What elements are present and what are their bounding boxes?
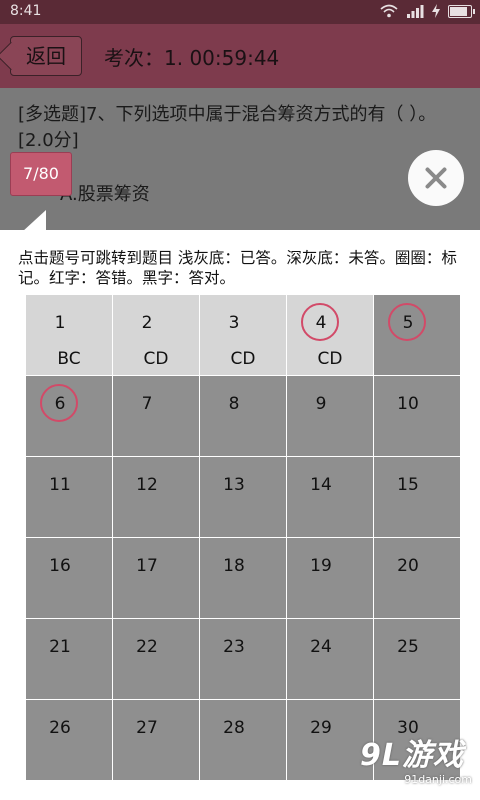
question-number: 15 [397,475,419,495]
question-number: 17 [136,556,158,576]
question-answer: CD [317,349,343,369]
question-cell[interactable]: 16 [26,538,112,618]
question-cell[interactable]: 14 [287,457,373,537]
question-number: 2 [141,313,153,333]
back-button[interactable]: 返回 [10,36,82,76]
signal-icon [407,5,424,18]
back-button-label: 返回 [26,44,66,68]
question-cell[interactable]: 2 CD [113,295,199,375]
question-number: 14 [310,475,332,495]
question-cell[interactable]: 1 BC [26,295,112,375]
question-number: 6 [54,394,66,414]
watermark-logo: 9L游戏 [360,738,464,773]
question-cell[interactable]: 22 [113,619,199,699]
question-cell[interactable]: 13 [200,457,286,537]
question-cell[interactable]: 25 [374,619,460,699]
question-cell[interactable]: 17 [113,538,199,618]
question-number: 9 [315,394,327,414]
question-number: 23 [223,637,245,657]
question-grid: 1 BC 2 CD 3 CD 4 CD 5 6 7 8 9 10 11 12 13 14 15 16 17 18 19 20 2… [26,295,462,780]
question-number: 24 [310,637,332,657]
question-number: 13 [223,475,245,495]
question-number: 4 [315,313,327,333]
battery-icon [448,4,475,18]
question-number: 8 [228,394,240,414]
question-cell[interactable]: 10 [374,376,460,456]
watermark-url: 91danji.com [404,773,472,786]
question-number: 28 [223,718,245,738]
question-cell[interactable]: 12 [113,457,199,537]
question-cell[interactable]: 28 [200,700,286,780]
progress-badge[interactable]: 7/80 [10,152,72,196]
question-area: [多选题]7、下列选项中属于混合筹资方式的有（ ）。 [2.0分] A.股票筹资 [0,88,480,230]
question-number: 16 [49,556,71,576]
question-number: 22 [136,637,158,657]
question-number: 26 [49,718,71,738]
question-cell[interactable]: 7 [113,376,199,456]
question-text: [多选题]7、下列选项中属于混合筹资方式的有（ ）。 [2.0分] [18,104,437,151]
charging-icon [432,4,440,18]
question-number: 3 [228,313,240,333]
question-number: 20 [397,556,419,576]
answer-sheet-panel: 点击题号可跳转到题目 浅灰底：已答。深灰底：未答。圈圈：标记。红字：答错。黑字：… [0,230,480,800]
question-cell[interactable]: 20 [374,538,460,618]
question-cell[interactable]: 11 [26,457,112,537]
question-number: 27 [136,718,158,738]
question-cell[interactable]: 18 [200,538,286,618]
question-cell[interactable]: 9 [287,376,373,456]
question-number: 11 [49,475,71,495]
question-number: 1 [54,313,66,333]
question-number: 30 [397,718,419,738]
question-number: 18 [223,556,245,576]
question-cell[interactable]: 21 [26,619,112,699]
question-cell[interactable]: 4 CD [287,295,373,375]
question-number: 5 [402,313,414,333]
question-cell[interactable]: 19 [287,538,373,618]
panel-pointer [22,210,46,232]
exam-info: 考次：1. 00:59:44 [104,46,280,70]
question-number: 7 [141,394,153,414]
option-a[interactable]: A.股票筹资 [60,180,150,206]
question-number: 12 [136,475,158,495]
question-cell[interactable]: 15 [374,457,460,537]
question-answer: CD [230,349,256,369]
question-number: 25 [397,637,419,657]
status-icons [380,4,475,18]
app-header: 返回 考次：1. 00:59:44 [0,24,480,88]
question-cell[interactable]: 3 CD [200,295,286,375]
close-icon[interactable] [408,150,464,206]
question-cell[interactable]: 5 [374,295,460,375]
question-cell[interactable]: 6 [26,376,112,456]
status-time: 8:41 [10,3,42,19]
question-cell[interactable]: 23 [200,619,286,699]
question-cell[interactable]: 24 [287,619,373,699]
legend-hint: 点击题号可跳转到题目 浅灰底：已答。深灰底：未答。圈圈：标记。红字：答错。黑字：… [18,249,457,287]
question-number: 10 [397,394,419,414]
question-cell[interactable]: 26 [26,700,112,780]
question-cell[interactable]: 8 [200,376,286,456]
question-number: 21 [49,637,71,657]
watermark: 9L游戏 91danji.com [360,740,472,792]
question-cell[interactable]: 27 [113,700,199,780]
question-number: 19 [310,556,332,576]
question-number: 29 [310,718,332,738]
wifi-icon [380,4,398,18]
question-answer: CD [143,349,169,369]
question-answer: BC [57,349,81,369]
status-bar: 8:41 [0,0,480,24]
